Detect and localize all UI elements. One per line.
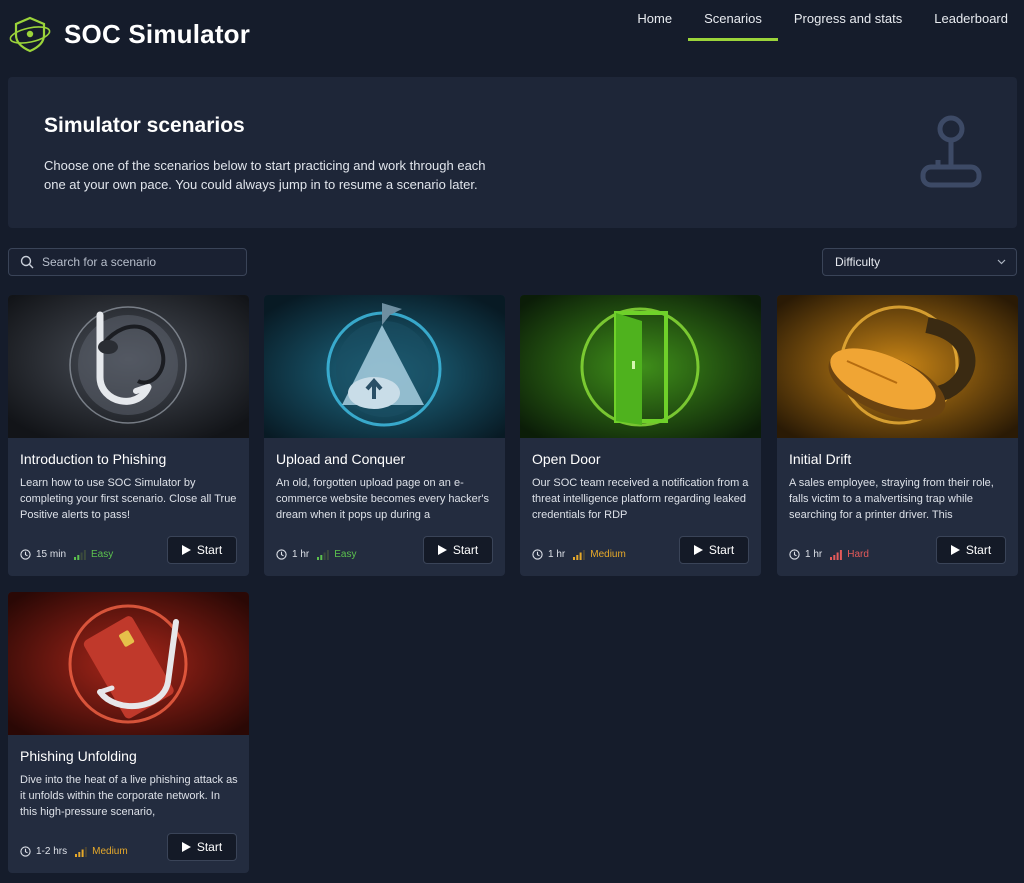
main-nav: Home Scenarios Progress and stats Leader… [621, 0, 1024, 42]
scenario-meta: 1-2 hrs Medium [20, 846, 128, 857]
clock-icon [532, 549, 543, 560]
scenario-title: Phishing Unfolding [20, 748, 137, 764]
difficulty-select-label: Difficulty [835, 255, 881, 269]
nav-home[interactable]: Home [621, 0, 688, 41]
difficulty-select[interactable]: Difficulty [822, 248, 1017, 276]
scenario-difficulty: Medium [92, 846, 128, 857]
scenario-duration: 1-2 hrs [36, 846, 68, 857]
scenario-meta: 1 hr Hard [789, 549, 869, 560]
clock-icon [789, 549, 800, 560]
app-title: SOC Simulator [64, 18, 251, 49]
difficulty-bars-icon [317, 549, 330, 560]
scenario-description: A sales employee, straying from their ro… [789, 477, 994, 521]
joystick-icon [920, 115, 982, 188]
scenario-meta: 1 hr Easy [276, 549, 356, 560]
start-button[interactable]: Start [936, 536, 1006, 564]
scenario-image [8, 592, 249, 735]
soc-logo-icon [9, 16, 51, 53]
scenario-card-upload-and-conquer[interactable]: Upload and Conquer An old, forgotten upl… [264, 295, 505, 576]
clock-icon [20, 549, 31, 560]
scenario-meta: 15 min Easy [20, 549, 113, 560]
start-button-label: Start [965, 543, 992, 557]
scenario-title: Initial Drift [789, 451, 852, 467]
scenario-image [8, 295, 249, 438]
difficulty-bars-icon [573, 549, 586, 560]
top-bar: SOC Simulator Home Scenarios Progress an… [0, 0, 1024, 70]
start-button-label: Start [196, 543, 223, 557]
start-button-label: Start [196, 840, 223, 854]
logo[interactable]: SOC Simulator [8, 14, 250, 54]
scenario-image [264, 295, 505, 438]
nav-progress-and-stats[interactable]: Progress and stats [778, 0, 918, 41]
scenario-image [777, 295, 1018, 438]
play-icon [181, 545, 191, 555]
scenario-image [520, 295, 761, 438]
play-icon [181, 842, 191, 852]
open-door-illustration [520, 295, 761, 438]
scenario-difficulty: Hard [847, 549, 869, 560]
nav-leaderboard[interactable]: Leaderboard [918, 0, 1024, 41]
scenario-title: Open Door [532, 451, 601, 467]
clock-icon [276, 549, 287, 560]
difficulty-bars-icon [74, 549, 86, 560]
play-icon [950, 545, 960, 555]
play-icon [437, 545, 447, 555]
start-button[interactable]: Start [167, 536, 237, 564]
scenario-difficulty: Medium [590, 549, 626, 560]
search-icon [20, 255, 34, 269]
search-input[interactable] [42, 255, 232, 269]
clock-icon [20, 846, 31, 857]
play-icon [693, 545, 703, 555]
phishing-hook-illustration [8, 295, 249, 438]
scenario-duration: 1 hr [805, 549, 823, 560]
scenario-description: An old, forgotten upload page on an e-co… [276, 477, 490, 521]
scenario-card-open-door[interactable]: Open Door Our SOC team received a notifi… [520, 295, 761, 576]
difficulty-bars-icon [75, 846, 88, 857]
difficulty-bars-icon [830, 549, 843, 560]
scenario-description: Dive into the heat of a live phishing at… [20, 774, 238, 818]
page-description: Choose one of the scenarios below to sta… [44, 158, 486, 192]
cloud-upload-mountain-illustration [264, 295, 505, 438]
scenario-card-phishing-unfolding[interactable]: Phishing Unfolding Dive into the heat of… [8, 592, 249, 873]
scenario-duration: 1 hr [548, 549, 566, 560]
scenario-difficulty: Easy [334, 549, 357, 560]
start-button[interactable]: Start [423, 536, 493, 564]
hero-banner: Simulator scenarios Choose one of the sc… [8, 77, 1017, 228]
scenario-title: Upload and Conquer [276, 451, 406, 467]
scenario-description: Learn how to use SOC Simulator by comple… [20, 477, 237, 521]
scenario-difficulty: Easy [91, 549, 114, 560]
start-button-label: Start [452, 543, 479, 557]
scenario-title: Introduction to Phishing [20, 451, 167, 467]
scenario-meta: 1 hr Medium [532, 549, 626, 560]
start-button-label: Start [708, 543, 735, 557]
chevron-down-icon [997, 259, 1006, 265]
search-box [8, 248, 247, 276]
scenario-duration: 1 hr [292, 549, 310, 560]
start-button[interactable]: Start [167, 833, 237, 861]
scenario-card-initial-drift[interactable]: Initial Drift A sales employee, straying… [777, 295, 1018, 576]
credit-card-hook-illustration [8, 592, 249, 735]
nav-scenarios[interactable]: Scenarios [688, 0, 778, 41]
scenario-duration: 15 min [36, 549, 67, 560]
computer-mouse-illustration [777, 295, 1018, 438]
start-button[interactable]: Start [679, 536, 749, 564]
scenario-card-introduction-to-phishing[interactable]: Introduction to Phishing Learn how to us… [8, 295, 249, 576]
scenario-description: Our SOC team received a notification fro… [532, 477, 749, 521]
page-title: Simulator scenarios [44, 114, 245, 137]
